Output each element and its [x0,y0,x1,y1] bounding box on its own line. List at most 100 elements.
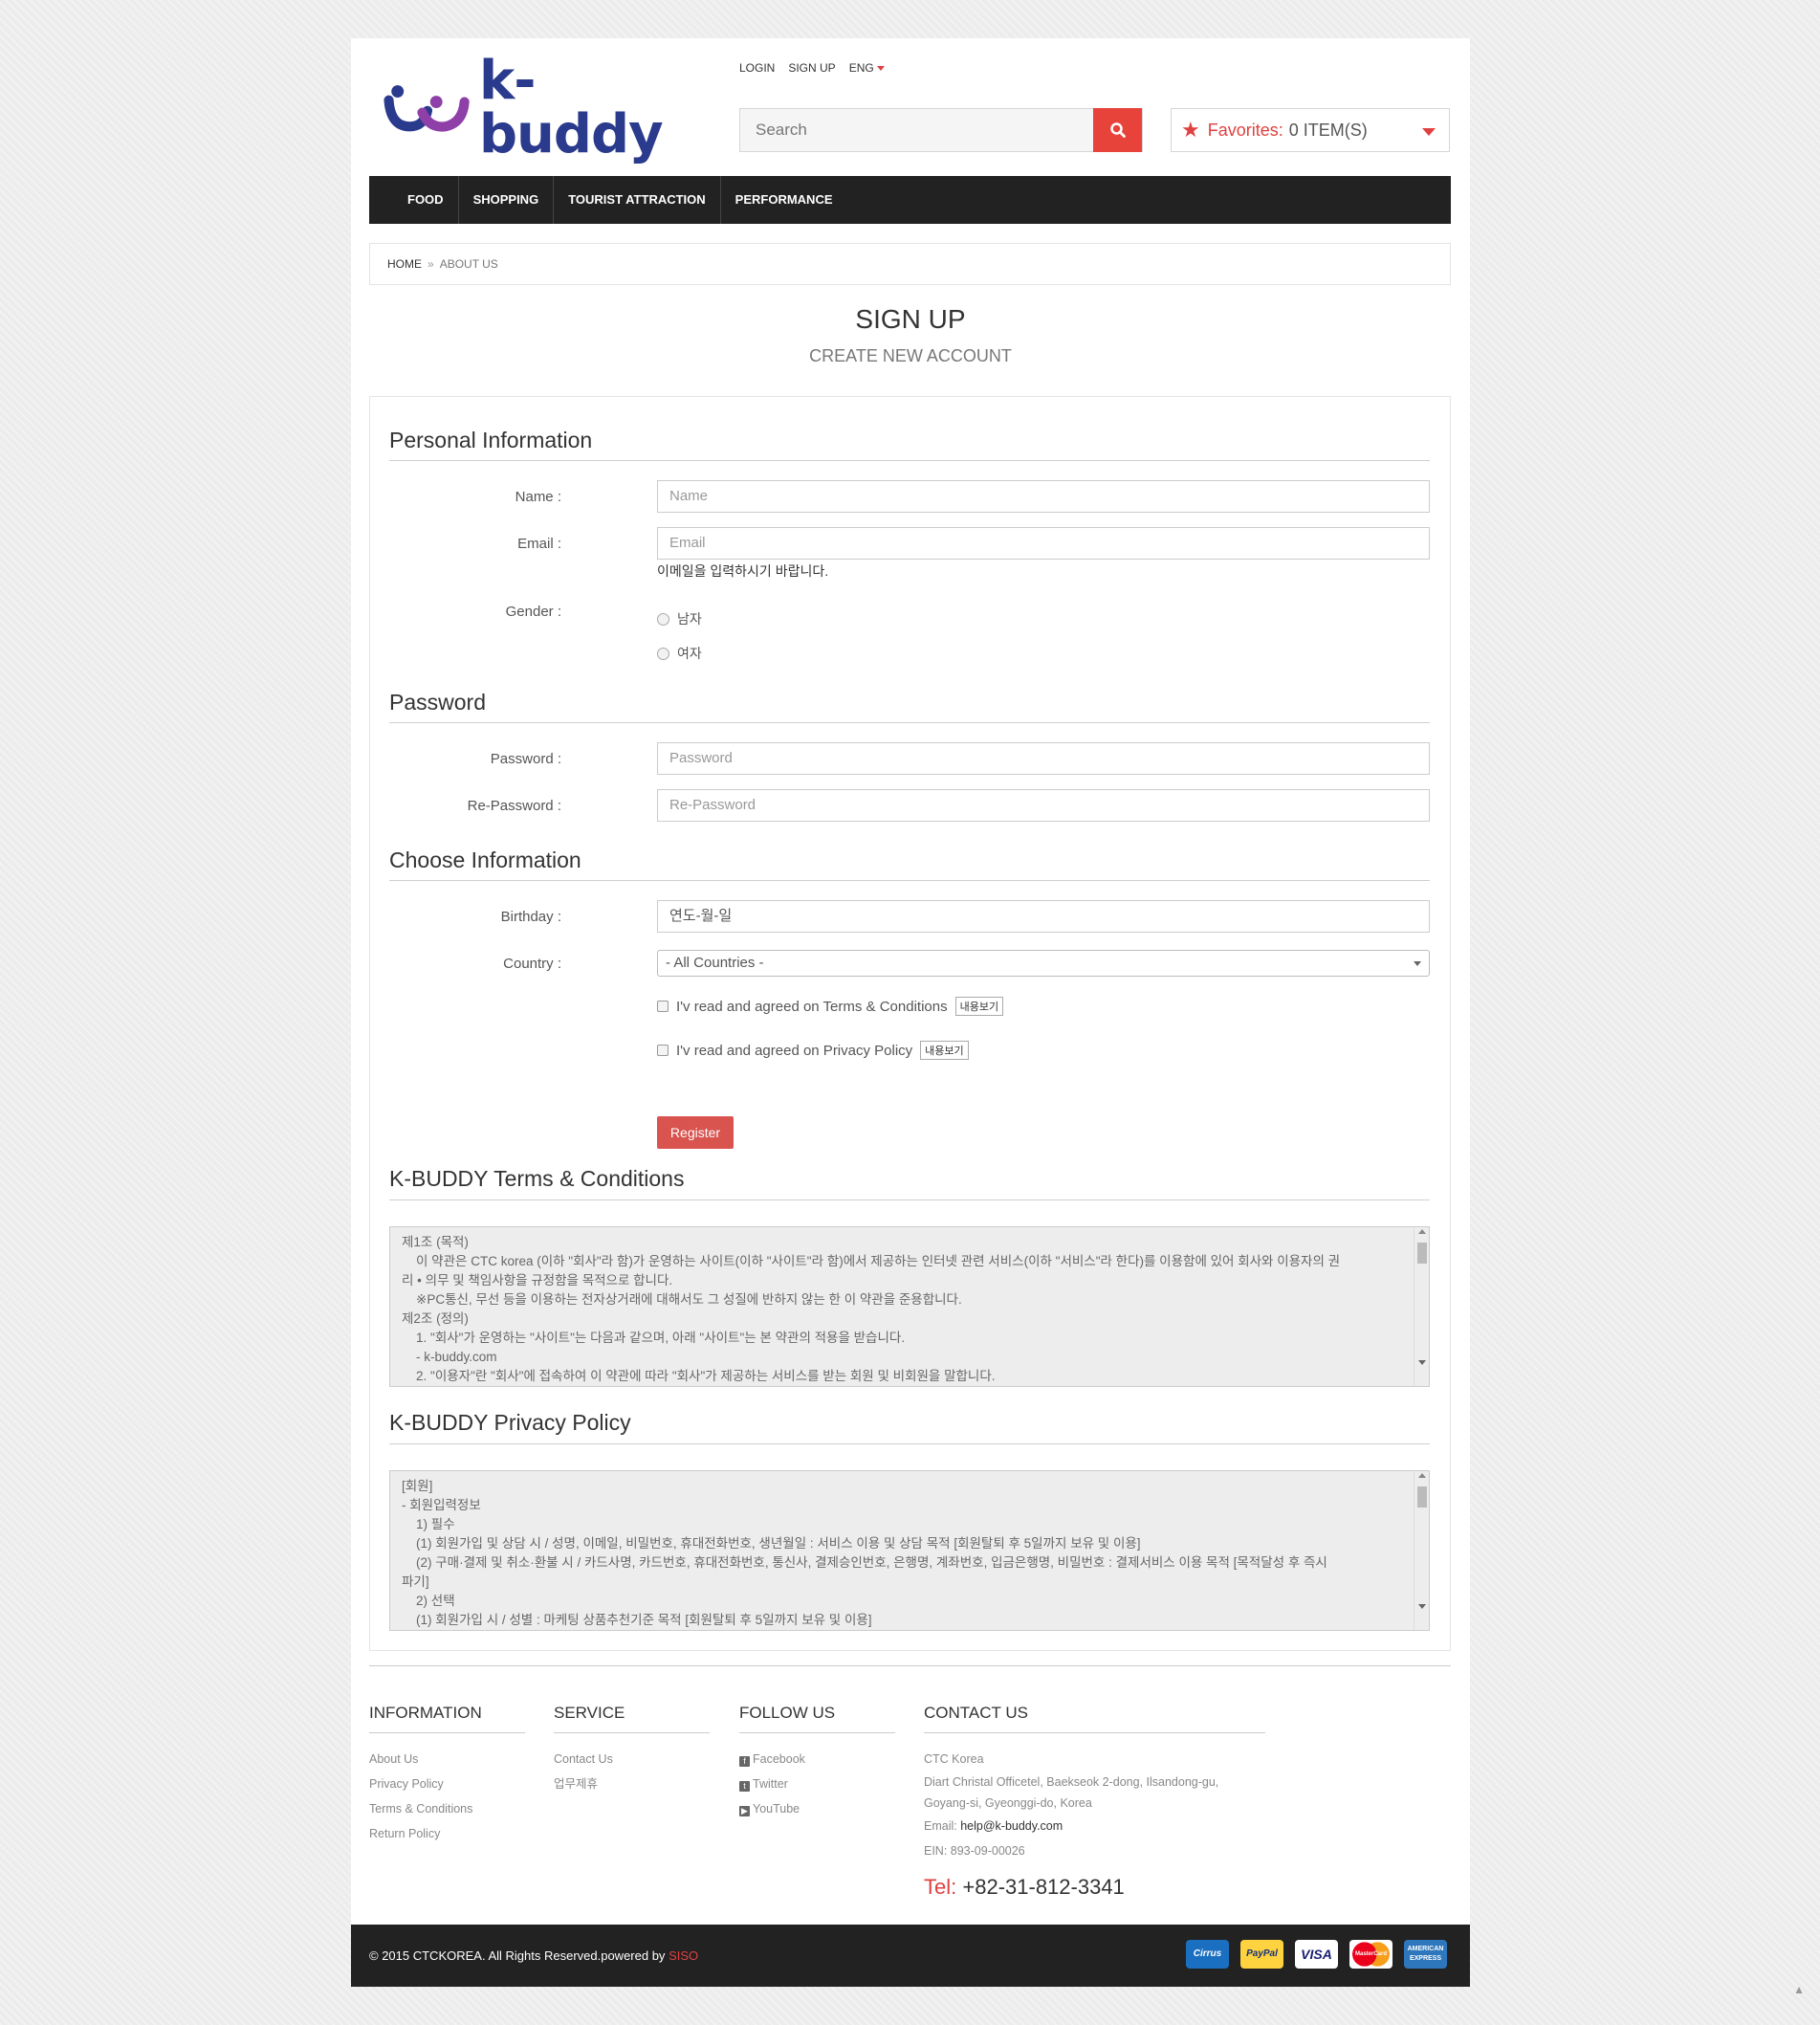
radio-button[interactable] [657,612,669,626]
top-links: LOGIN SIGN UP ENG [739,61,885,75]
privacy-line: (1) 회원가입 및 상담 시 / 성명, 이메일, 비밀번호, 휴대전화번호,… [402,1536,1141,1551]
terms-line: - k-buddy.com [402,1350,497,1364]
privacy-checkbox[interactable] [657,1045,669,1056]
chevron-down-icon [1414,961,1421,966]
favorites-label: Favorites: [1207,120,1283,140]
search-input[interactable]: Search [739,108,1143,152]
language-label: ENG [848,61,874,75]
privacy-agree-row: I'v read and agreed on Privacy Policy 내용… [657,1041,969,1060]
terms-line: 이 약관은 CTC korea (이하 "회사"라 함)가 운영하는 사이트(이… [402,1254,1341,1268]
contact-ein: EIN: 893-09-00026 [924,1844,1025,1858]
contact-address-1: Diart Christal Officetel, Baekseok 2-don… [924,1775,1219,1789]
terms-line: ※PC통신, 무선 등을 이용하는 전자상거래에 대해서도 그 성질에 반하지 … [402,1292,962,1307]
footer-link-return[interactable]: Return Policy [369,1821,525,1846]
email-input[interactable]: Email [657,527,1430,560]
footer-follow: FOLLOW US f Facebook t Twitter ▶ YouTube [739,1704,895,1821]
terms-line: 제1조 (목적) [402,1235,469,1249]
textarea-scrollbar[interactable] [1414,1227,1429,1386]
country-select[interactable]: - All Countries - [657,950,1430,977]
tel-label: Tel: [924,1875,957,1899]
scroll-thumb[interactable] [1417,1486,1427,1508]
privacy-textarea[interactable]: [회원] - 회원입력정보 1) 필수 (1) 회원가입 및 상담 시 / 성명… [389,1470,1430,1631]
scroll-down-icon[interactable] [1418,1360,1426,1365]
chevron-down-icon [1422,128,1436,136]
contact-email-label: Email: [924,1819,957,1833]
view-privacy-button[interactable]: 내용보기 [920,1041,969,1060]
divider [389,722,1430,723]
birthday-input[interactable]: 연도-월-일 [657,900,1430,933]
terms-line: 2. "이용자"란 "회사"에 접속하여 이 약관에 따라 "회사"가 제공하는… [402,1369,996,1383]
copyright: © 2015 CTCKOREA. All Rights Reserved.pow… [369,1948,698,1963]
scroll-down-icon[interactable] [1418,1604,1426,1609]
footer-link-partnership[interactable]: 업무제휴 [554,1772,710,1796]
password-input[interactable]: Password [657,742,1430,775]
scroll-up-icon[interactable] [1418,1229,1426,1234]
chevron-down-icon [876,66,885,72]
birthday-label: Birthday : [500,909,561,925]
login-link[interactable]: LOGIN [739,61,775,75]
contact-email-link[interactable]: help@k-buddy.com [960,1819,1063,1833]
footer-link-privacy[interactable]: Privacy Policy [369,1772,525,1796]
terms-agree-row: I'v read and agreed on Terms & Condition… [657,997,1004,1016]
terms-checkbox[interactable] [657,1001,669,1012]
name-input[interactable]: Name [657,480,1430,513]
gender-male-option[interactable]: 남자 [657,609,702,628]
email-label: Email : [517,536,561,552]
footer-link-about[interactable]: About Us [369,1747,525,1772]
language-selector[interactable]: ENG [849,61,885,75]
footer-link-facebook[interactable]: f Facebook [739,1747,895,1772]
footer-link-twitter[interactable]: t Twitter [739,1772,895,1796]
favorites-dropdown[interactable]: ★ Favorites: 0 ITEM(S) [1171,108,1450,152]
visa-icon: VISA [1295,1940,1338,1969]
terms-textarea[interactable]: 제1조 (목적) 이 약관은 CTC korea (이하 "회사"라 함)가 운… [389,1226,1430,1387]
name-label: Name : [515,489,561,505]
signup-link[interactable]: SIGN UP [788,61,835,75]
nav-item-tourist-attraction[interactable]: TOURIST ATTRACTION [554,176,721,224]
k-buddy-logo[interactable]: k-buddy [384,55,699,162]
privacy-agree-label: I'v read and agreed on Privacy Policy [676,1042,913,1059]
footer-service: SERVICE Contact Us 업무제휴 [554,1704,710,1796]
youtube-label: YouTube [753,1802,800,1816]
register-button[interactable]: Register [657,1116,734,1149]
privacy-line: (2) 구매·결제 및 취소·환불 시 / 카드사명, 카드번호, 휴대전화번호… [402,1555,1327,1570]
choose-info-title: Choose Information [389,847,581,872]
divider [389,880,1430,881]
twitter-label: Twitter [753,1777,788,1791]
facebook-icon: f [739,1756,750,1767]
gender-female-label: 여자 [677,646,702,661]
powered-by-link[interactable]: SISO [669,1948,698,1963]
breadcrumb: HOME » ABOUT US [369,243,1451,285]
main-nav: FOOD SHOPPING TOURIST ATTRACTION PERFORM… [369,176,1451,224]
footer-information-title: INFORMATION [369,1704,525,1733]
country-selected-value: - All Countries - [666,955,764,971]
view-terms-button[interactable]: 내용보기 [954,997,1004,1016]
scroll-to-top-icon[interactable]: ▲ [1793,1983,1805,1996]
footer-follow-title: FOLLOW US [739,1704,895,1733]
privacy-line: 1) 필수 [402,1517,455,1531]
mastercard-icon: MasterCard [1349,1940,1392,1969]
footer-link-youtube[interactable]: ▶ YouTube [739,1796,895,1821]
password-label: Password : [490,751,561,767]
footer-link-terms[interactable]: Terms & Conditions [369,1796,525,1821]
nav-item-food[interactable]: FOOD [393,176,459,224]
nav-item-performance[interactable]: PERFORMANCE [721,176,847,224]
nav-item-shopping[interactable]: SHOPPING [459,176,555,224]
breadcrumb-home[interactable]: HOME [387,257,422,271]
search-button[interactable] [1093,108,1142,152]
email-hint: 이메일을 입력하시기 바랍니다. [657,563,829,579]
scroll-thumb[interactable] [1417,1243,1427,1264]
scroll-up-icon[interactable] [1418,1473,1426,1478]
gender-female-option[interactable]: 여자 [657,644,702,663]
radio-button[interactable] [657,647,669,660]
country-label: Country : [503,956,561,972]
footer-link-contact[interactable]: Contact Us [554,1747,710,1772]
breadcrumb-current: ABOUT US [439,257,498,271]
terms-line: 제2조 (정의) [402,1311,469,1326]
facebook-label: Facebook [753,1752,805,1766]
textarea-scrollbar[interactable] [1414,1471,1429,1630]
repassword-input[interactable]: Re-Password [657,789,1430,822]
twitter-icon: t [739,1781,750,1792]
contact-email-row: Email: help@k-buddy.com [924,1814,1265,1838]
privacy-line: 파기] [402,1574,429,1589]
paypal-icon: PayPal [1240,1940,1283,1969]
